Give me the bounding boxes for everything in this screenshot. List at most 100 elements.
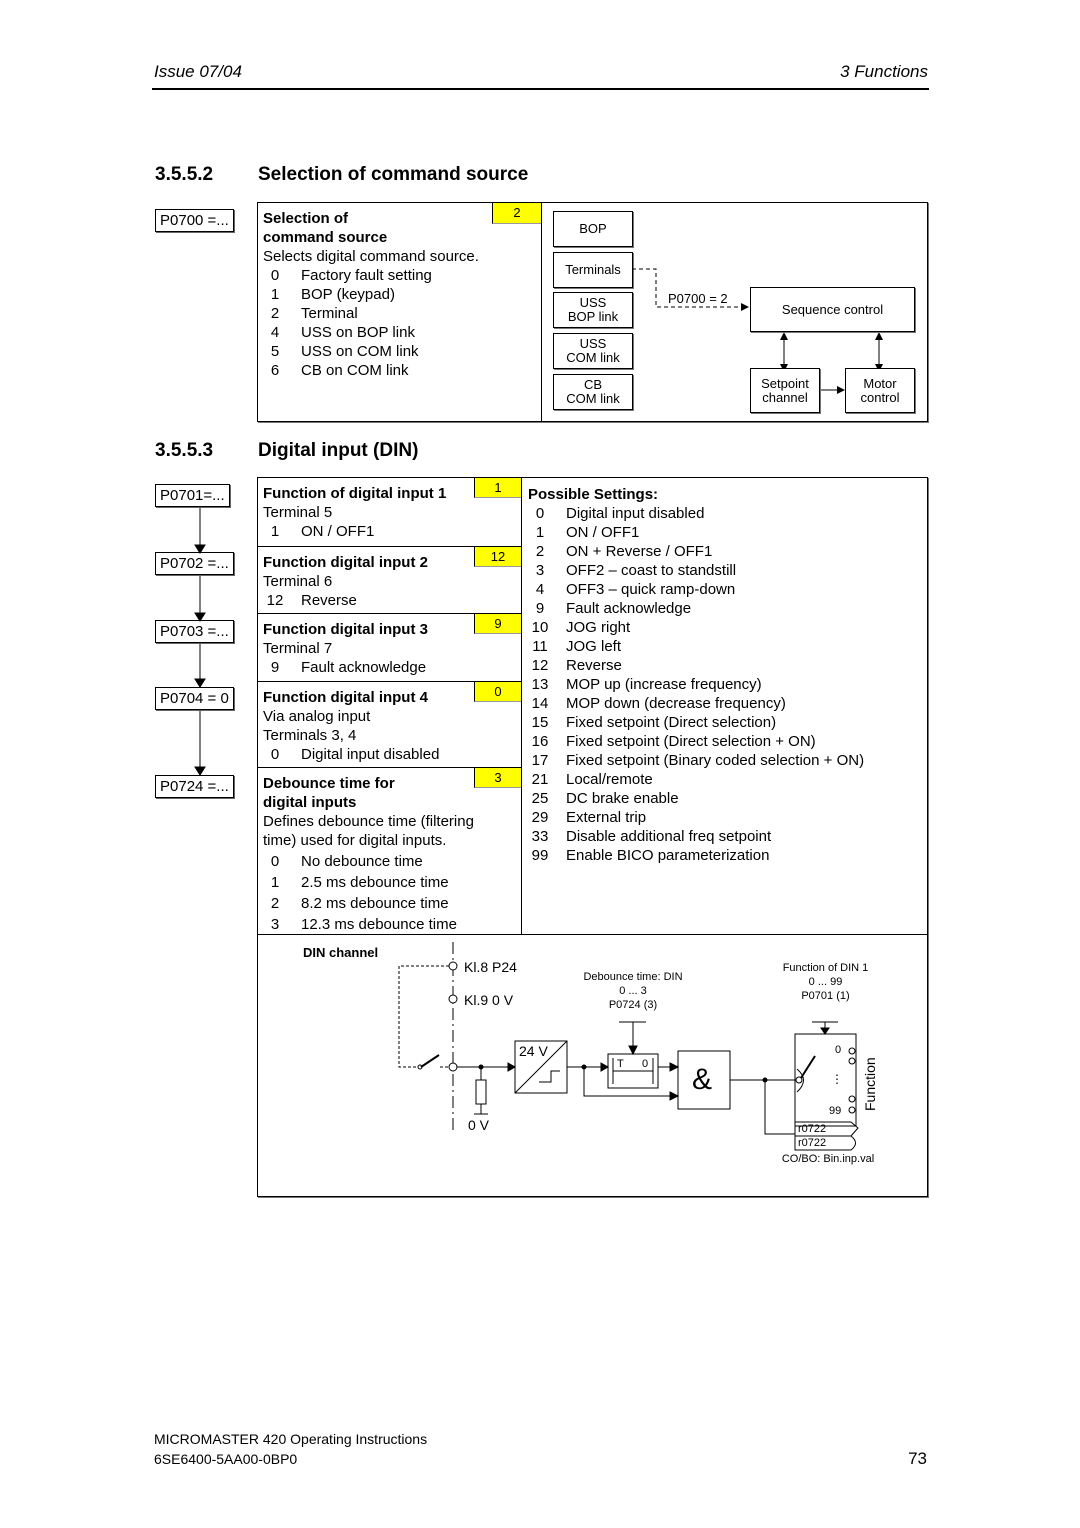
header-issue: Issue 07/04 [154, 62, 242, 81]
possible-setting-label: MOP up (increase frequency) [566, 676, 762, 693]
debounce-description: Defines debounce time (filtering [263, 813, 474, 830]
timer-0: 0 [642, 1058, 649, 1070]
possible-setting: 25 DC brake enable [528, 789, 864, 808]
and-gate-symbol: & [692, 1063, 713, 1096]
possible-setting-value: 3 [535, 562, 545, 579]
setpoint-channel-box: Setpoint channel [750, 368, 820, 413]
debounce-option-value: 0 [270, 853, 280, 870]
param-option: 1 ON / OFF1 [263, 522, 516, 541]
default-value-badge: 3 [474, 768, 521, 788]
possible-setting-label: External trip [566, 809, 647, 826]
possible-setting-label: Enable BICO parameterization [566, 847, 770, 864]
possible-setting-value: 21 [531, 771, 549, 788]
possible-setting-label: ON + Reverse / OFF1 [566, 543, 713, 560]
param-option-value: 1 [270, 523, 280, 540]
possible-setting: 14 MOP down (decrease frequency) [528, 694, 864, 713]
footer-order-number: 6SE6400-5AA00-0BP0 [154, 1451, 298, 1467]
section-number: 3.5.5.2 [155, 164, 214, 185]
debounce-title: digital inputs [263, 794, 357, 811]
param-option-label: Digital input disabled [301, 746, 440, 763]
possible-setting-label: Fault acknowledge [566, 600, 692, 617]
possible-setting: 9 Fault acknowledge [528, 599, 864, 618]
command-source-frame: 2 Selection of command source Selects di… [257, 202, 928, 422]
footer-product: MICROMASTER 420 Operating Instructions [154, 1431, 428, 1447]
possible-setting-label: JOG right [566, 619, 631, 636]
possible-setting-label: Digital input disabled [566, 505, 705, 522]
debounce-option: 2 8.2 ms debounce time [263, 894, 516, 913]
timer-t: T [617, 1058, 624, 1070]
param-option: 12 Reverse [263, 591, 516, 610]
possible-setting: 11 JOG left [528, 637, 864, 656]
debounce-option-label: 12.3 ms debounce time [301, 916, 457, 933]
param-option-label: ON / OFF1 [301, 523, 375, 540]
debounce-option: 1 2.5 ms debounce time [263, 873, 516, 892]
possible-settings: Possible Settings: 0 Digital input disabl… [528, 485, 864, 865]
possible-setting: 33 Disable additional freq setpoint [528, 827, 864, 846]
possible-setting-value: 1 [535, 524, 545, 541]
debounce-option-label: 8.2 ms debounce time [301, 895, 449, 912]
debounce-option-label: 2.5 ms debounce time [301, 874, 449, 891]
possible-settings-title: Possible Settings: [528, 486, 659, 503]
possible-setting-label: ON / OFF1 [566, 524, 640, 541]
connector-r0722-a: r0722 [798, 1123, 827, 1135]
param-line: Terminal 7 [263, 640, 333, 657]
connector-caption: CO/BO: Bin.inp.val [781, 1153, 875, 1165]
possible-setting-label: Fixed setpoint (Binary coded selection +… [566, 752, 865, 769]
header-rule [152, 88, 929, 90]
possible-setting-label: DC brake enable [566, 790, 679, 807]
param-option-label: Fault acknowledge [301, 659, 427, 676]
possible-setting: 13 MOP up (increase frequency) [528, 675, 864, 694]
debounce-option: 0 No debounce time [263, 852, 516, 871]
param-line: Terminal 6 [263, 573, 333, 590]
din-param-block: 1 Function of digital input 1 Terminal 51O… [258, 478, 521, 541]
terminal-kl9: Kl.9 0 V [464, 992, 514, 1008]
column-divider [521, 478, 522, 934]
possible-setting: 29 External trip [528, 808, 864, 827]
possible-setting-label: MOP down (decrease frequency) [566, 695, 786, 712]
header-chapter: 3 Functions [840, 62, 928, 81]
debounce-option: 3 12.3 ms debounce time [263, 915, 516, 934]
possible-setting: 2 ON + Reverse / OFF1 [528, 542, 864, 561]
possible-setting-value: 14 [531, 695, 549, 712]
possible-setting-label: JOG left [566, 638, 622, 655]
possible-setting-value: 13 [531, 676, 549, 693]
param-option: 9 Fault acknowledge [263, 658, 516, 677]
param-option-label: Reverse [301, 592, 357, 609]
possible-setting-value: 12 [531, 657, 549, 674]
connector-r0722-b: r0722 [798, 1137, 827, 1149]
possible-setting: 99 Enable BICO parameterization [528, 846, 864, 865]
param-p0724: P0724 =... [155, 775, 234, 798]
possible-setting: 0 Digital input disabled [528, 504, 864, 523]
debounce-option-label: No debounce time [301, 853, 423, 870]
debounce-caption: Debounce time: DIN 0 ... 3 P0724 (3) [583, 971, 683, 1011]
param-line: Via analog input [263, 708, 371, 725]
possible-setting-value: 16 [531, 733, 549, 750]
din-frame: 1 Function of digital input 1 Terminal 51O… [257, 477, 928, 1197]
sequence-control-box: Sequence control [750, 287, 915, 332]
debounce-option-value: 1 [270, 874, 280, 891]
function-caption: Function of DIN 1 0 ... 99 P0701 (1) [782, 962, 869, 1002]
param-option-value: 12 [266, 592, 284, 609]
param-chain-arrows [194, 508, 206, 775]
possible-setting-value: 29 [531, 809, 549, 826]
possible-setting-value: 33 [531, 828, 549, 845]
possible-setting-label: OFF2 – coast to standstill [566, 562, 737, 579]
debounce-description: time) used for digital inputs. [263, 832, 447, 849]
default-value-badge: 9 [474, 614, 521, 634]
param-option-value: 0 [270, 746, 280, 763]
debounce-option-value: 2 [270, 895, 280, 912]
section-title-din: Digital input (DIN) [258, 440, 419, 461]
section-number-din: 3.5.5.3 [155, 440, 214, 461]
terminal-kl8: Kl.8 P24 [464, 959, 517, 975]
possible-setting: 15 Fixed setpoint (Direct selection) [528, 713, 864, 732]
possible-setting-value: 17 [531, 752, 549, 769]
selector-label: P0700 = 2 [668, 291, 728, 306]
possible-setting-value: 2 [535, 543, 545, 560]
possible-setting-value: 4 [535, 581, 545, 598]
selector-99: 99 [829, 1105, 842, 1117]
possible-settings-list: 0 Digital input disabled 1 ON / OFF1 2 ON + R… [528, 504, 864, 865]
possible-setting: 21 Local/remote [528, 770, 864, 789]
possible-setting-value: 10 [531, 619, 549, 636]
param-p0701: P0701=... [155, 484, 230, 507]
possible-setting-value: 0 [535, 505, 545, 522]
